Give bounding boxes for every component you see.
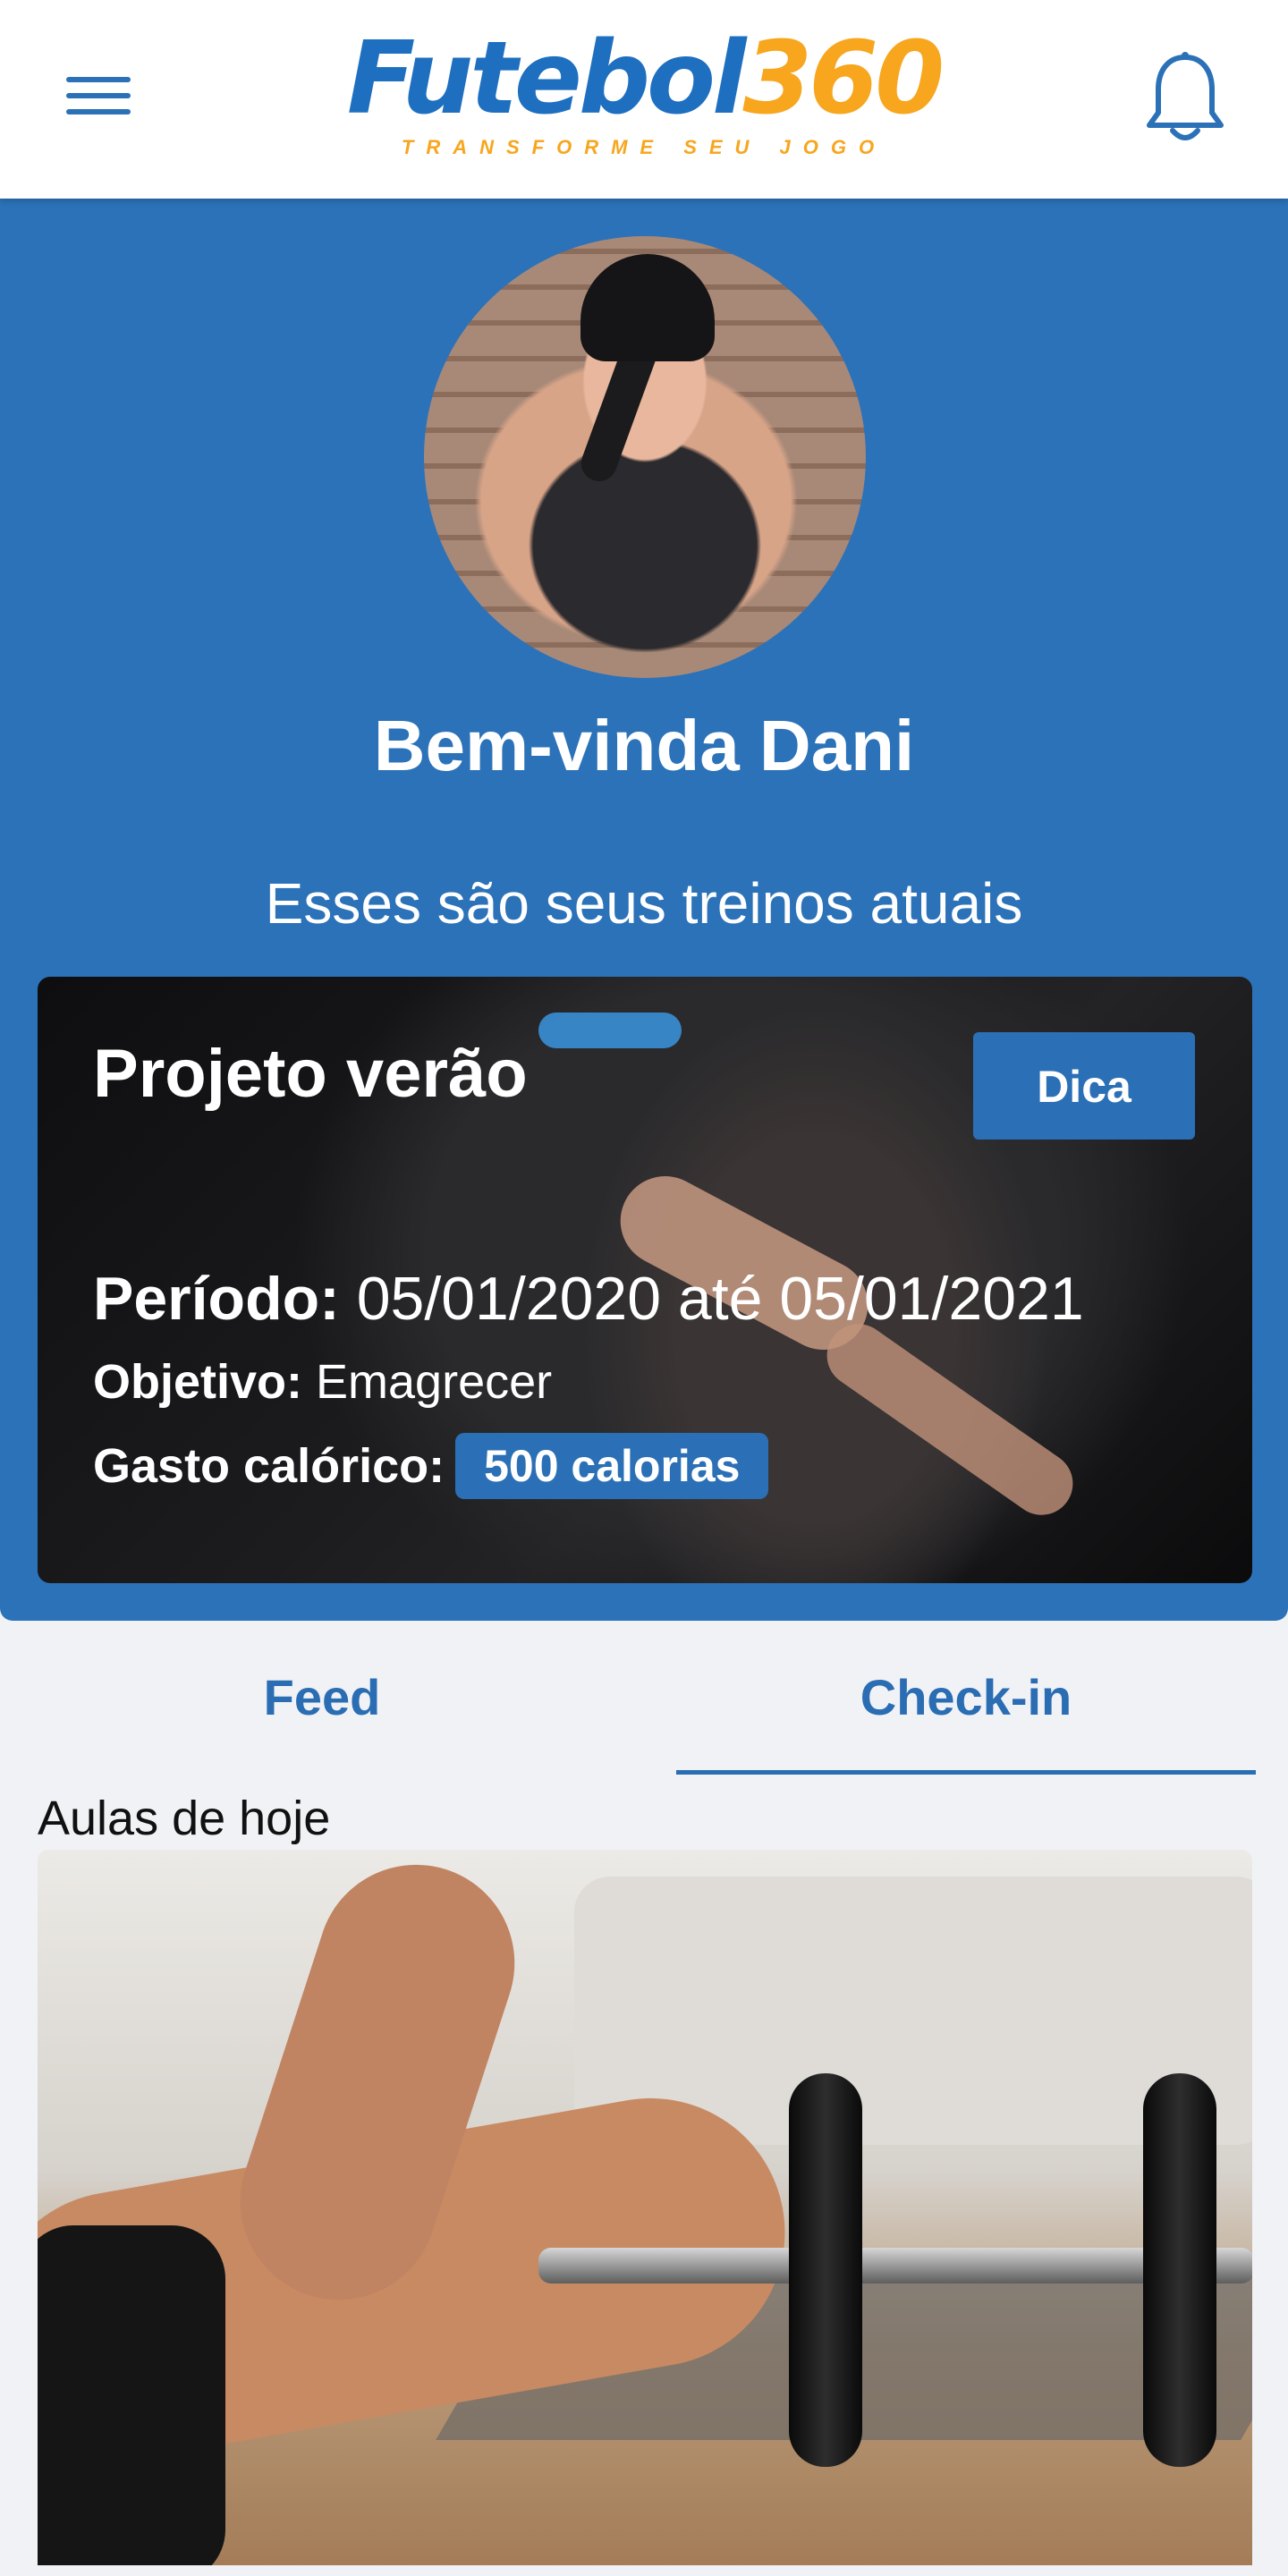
period-label: Período: [93, 1265, 340, 1333]
top-app-bar: Futebol360 TRANSFORME SEU JOGO [0, 0, 1288, 199]
tab-feed[interactable]: Feed [0, 1621, 644, 1775]
plan-period: Período: 05/01/2020 até 05/01/2021 [93, 1261, 1084, 1336]
welcome-title: Bem-vinda Dani [373, 706, 915, 785]
logo-number: 360 [742, 21, 945, 137]
goal-label: Objetivo: [93, 1355, 303, 1409]
hamburger-menu-icon[interactable] [63, 70, 134, 123]
tip-button[interactable]: Dica [973, 1032, 1195, 1140]
plan-photo-trainer [538, 1013, 682, 1048]
bell-icon[interactable] [1143, 50, 1227, 148]
calories-badge: 500 calorias [455, 1433, 769, 1499]
plan-title: Projeto verão [93, 1036, 528, 1112]
logo-tagline: TRANSFORME SEU JOGO [401, 136, 887, 158]
class-card[interactable] [38, 1850, 1252, 2565]
section-title-today-classes: Aulas de hoje [38, 1792, 331, 1845]
app-logo: Futebol360 TRANSFORME SEU JOGO [322, 25, 966, 177]
hero-section: Bem-vinda Dani Esses são seus treinos at… [0, 199, 1288, 1621]
tab-check-in[interactable]: Check-in [644, 1621, 1288, 1775]
plan-goal: Objetivo: Emagrecer [93, 1351, 552, 1413]
logo-word: Futebol [346, 21, 747, 137]
avatar[interactable] [424, 236, 866, 678]
goal-value: Emagrecer [302, 1355, 553, 1409]
tab-bar: Feed Check-in [0, 1621, 1288, 1775]
period-value: 05/01/2020 até 05/01/2021 [339, 1265, 1084, 1333]
workout-plan-card[interactable]: Projeto verão Dica Período: 05/01/2020 a… [38, 977, 1252, 1583]
plan-calories: Gasto calórico: 500 calorias [93, 1433, 769, 1499]
calories-label: Gasto calórico: [93, 1439, 445, 1493]
workouts-subtitle: Esses são seus treinos atuais [265, 871, 1023, 936]
